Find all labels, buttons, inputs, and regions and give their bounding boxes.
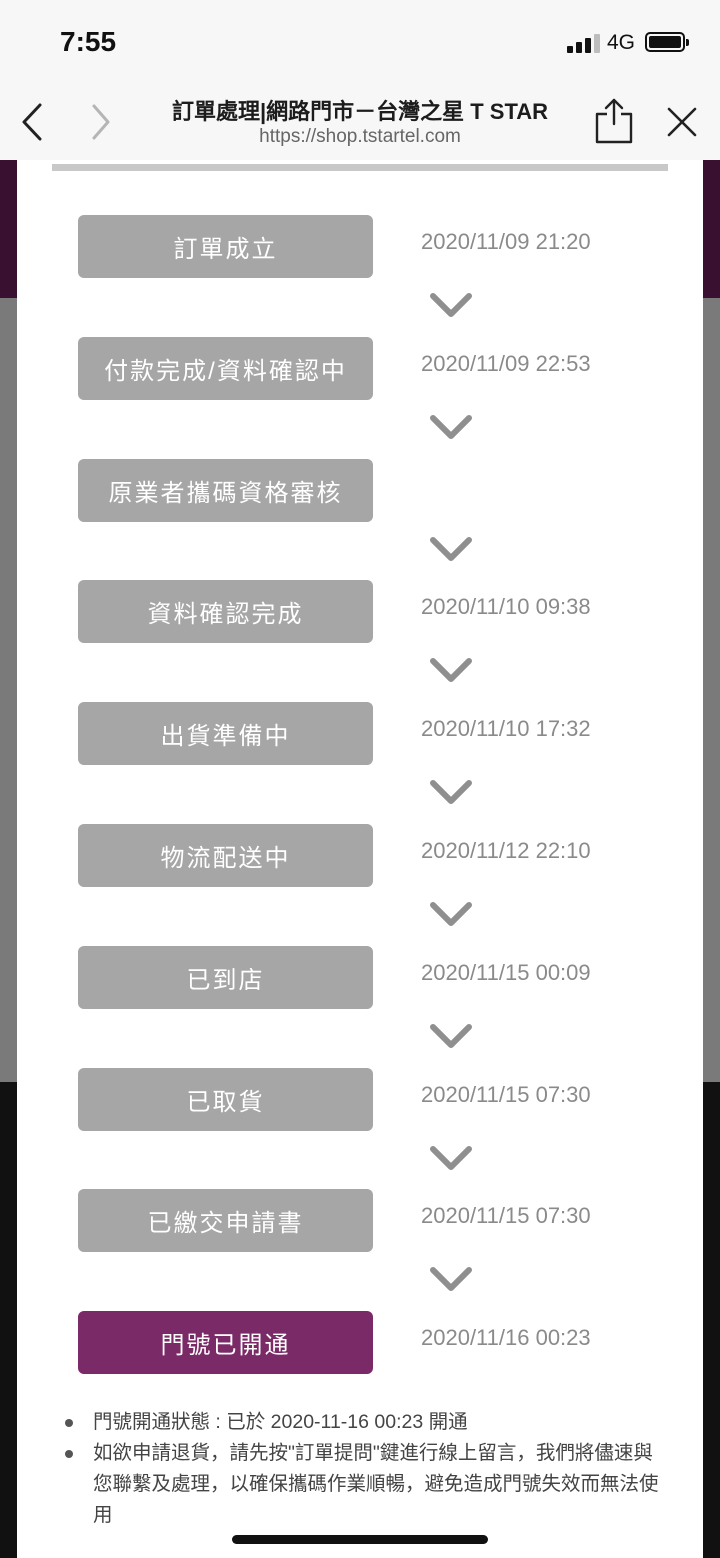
- status-step-time: 2020/11/12 22:10: [421, 838, 591, 863]
- status-step-time: 2020/11/09 21:20: [421, 229, 591, 254]
- note-text: 如欲申請退貨，請先按"訂單提問"鍵進行線上留言，我們將儘速與您聯繫及處理，以確保…: [93, 1442, 659, 1526]
- status-step: 物流配送中: [78, 824, 373, 887]
- page-url[interactable]: https://shop.tstartel.com: [130, 126, 590, 148]
- status-time: 7:55: [60, 26, 117, 57]
- page-title: 訂單處理|網路門市－台灣之星 T STAR: [171, 99, 549, 124]
- bullet-icon: [65, 1450, 73, 1458]
- status-step: 已到店: [78, 946, 373, 1009]
- order-notes: 門號開通狀態 : 已於 2020-11-16 00:23 開通如欲申請退貨，請先…: [65, 1407, 665, 1531]
- chevron-down-icon: [429, 291, 473, 321]
- status-step: 資料確認完成: [78, 580, 373, 643]
- order-status-modal: 訂單成立 2020/11/09 21:20 付款完成/資料確認中 2020/11/09…: [17, 160, 703, 1558]
- status-step-time: 2020/11/10 09:38: [421, 594, 591, 619]
- status-step-time: 2020/11/16 00:23: [421, 1325, 591, 1350]
- close-icon: [667, 107, 697, 137]
- bullet-icon: [65, 1419, 73, 1427]
- status-step: 訂單成立: [78, 215, 373, 278]
- status-bar: 7:55 4G: [0, 0, 720, 86]
- status-step-time: 2020/11/10 17:32: [421, 716, 591, 741]
- chevron-right-icon: [92, 104, 110, 140]
- home-indicator[interactable]: [232, 1535, 488, 1544]
- status-step-time: 2020/11/15 07:30: [421, 1082, 591, 1107]
- battery-icon: [645, 32, 689, 52]
- share-icon: [595, 98, 633, 144]
- chevron-left-icon: [22, 103, 42, 141]
- chevron-down-icon: [429, 900, 473, 930]
- forward-button[interactable]: [80, 100, 120, 144]
- note-item: 如欲申請退貨，請先按"訂單提問"鍵進行線上留言，我們將儘速與您聯繫及處理，以確保…: [65, 1438, 665, 1531]
- status-step: 原業者攜碼資格審核: [78, 459, 373, 522]
- chevron-down-icon: [429, 535, 473, 565]
- chevron-down-icon: [429, 778, 473, 808]
- status-step: 門號已開通: [78, 1311, 373, 1374]
- chevron-down-icon: [429, 656, 473, 686]
- note-item: 門號開通狀態 : 已於 2020-11-16 00:23 開通: [65, 1407, 665, 1438]
- status-step-time: 2020/11/15 07:30: [421, 1203, 591, 1228]
- chevron-down-icon: [429, 1022, 473, 1052]
- share-button[interactable]: [592, 92, 636, 148]
- note-text: 門號開通狀態 : 已於 2020-11-16 00:23 開通: [93, 1411, 468, 1433]
- browser-toolbar: 訂單處理|網路門市－台灣之星 T STAR https://shop.tstar…: [0, 86, 720, 161]
- network-type: 4G: [607, 31, 636, 54]
- status-step: 付款完成/資料確認中: [78, 337, 373, 400]
- close-button[interactable]: [662, 100, 702, 144]
- back-button[interactable]: [14, 100, 54, 144]
- chevron-down-icon: [429, 1144, 473, 1174]
- status-step: 出貨準備中: [78, 702, 373, 765]
- status-step-time: 2020/11/09 22:53: [421, 351, 591, 376]
- status-step: 已繳交申請書: [78, 1189, 373, 1252]
- status-step-time: 2020/11/15 00:09: [421, 960, 591, 985]
- chevron-down-icon: [429, 1265, 473, 1295]
- chevron-down-icon: [429, 413, 473, 443]
- signal-icon: [567, 33, 601, 53]
- scroll-indicator[interactable]: [52, 164, 668, 171]
- status-step: 已取貨: [78, 1068, 373, 1131]
